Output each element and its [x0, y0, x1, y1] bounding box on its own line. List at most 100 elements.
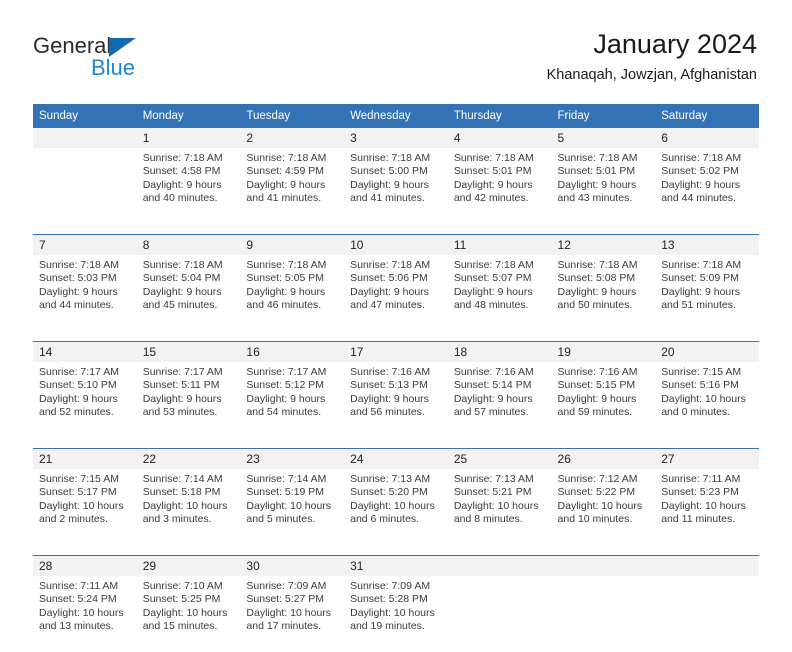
day-detail-line: Sunrise: 7:15 AM: [661, 366, 742, 378]
week-separator-cell: [344, 224, 448, 235]
day-number[interactable]: 15: [136, 341, 241, 362]
day-number[interactable]: 3: [344, 128, 448, 148]
day-number[interactable]: 18: [447, 341, 552, 362]
day-cell[interactable]: Sunrise: 7:17 AM Sunset: 5:11 PM Daylight:…: [136, 362, 241, 438]
day-cell[interactable]: Sunrise: 7:18 AM Sunset: 5:00 PM Daylight:…: [344, 148, 448, 224]
day-number[interactable]: 20: [655, 341, 759, 362]
day-cell[interactable]: Sunrise: 7:12 AM Sunset: 5:22 PM Daylight:…: [551, 469, 656, 545]
day-number[interactable]: 12: [551, 234, 656, 255]
day-cell[interactable]: Sunrise: 7:14 AM Sunset: 5:18 PM Daylight:…: [136, 469, 241, 545]
day-cell[interactable]: Sunrise: 7:18 AM Sunset: 5:03 PM Daylight:…: [33, 255, 137, 331]
day-number[interactable]: 19: [551, 341, 656, 362]
day-number[interactable]: 31: [344, 555, 448, 576]
day-cell[interactable]: Sunrise: 7:09 AM Sunset: 5:27 PM Daylight:…: [240, 576, 345, 652]
day-number[interactable]: 16: [240, 341, 345, 362]
day-number[interactable]: 22: [136, 448, 241, 469]
day-cell[interactable]: Sunrise: 7:13 AM Sunset: 5:20 PM Daylight:…: [344, 469, 448, 545]
day-cell[interactable]: Sunrise: 7:18 AM Sunset: 5:08 PM Daylight:…: [551, 255, 656, 331]
week-separator-cell: [240, 545, 345, 556]
day-number[interactable]: 6: [655, 128, 759, 148]
week-separator-cell: [136, 438, 241, 449]
week-separator-cell: [33, 438, 137, 449]
day-number[interactable]: 26: [551, 448, 656, 469]
day-cell[interactable]: Sunrise: 7:13 AM Sunset: 5:21 PM Daylight:…: [447, 469, 552, 545]
day-cell[interactable]: Sunrise: 7:18 AM Sunset: 5:01 PM Daylight:…: [551, 148, 656, 224]
day-detail-line: Sunset: 5:01 PM: [557, 165, 636, 178]
day-detail-line: Daylight: 9 hours: [453, 285, 533, 298]
day-cell[interactable]: Sunrise: 7:18 AM Sunset: 5:02 PM Daylight:…: [655, 148, 759, 224]
day-cell[interactable]: Sunrise: 7:16 AM Sunset: 5:15 PM Daylight:…: [551, 362, 656, 438]
day-detail-line: Daylight: 9 hours: [39, 392, 118, 405]
day-cell[interactable]: Sunrise: 7:18 AM Sunset: 5:06 PM Daylight:…: [344, 255, 448, 331]
day-cell[interactable]: Sunrise: 7:18 AM Sunset: 5:01 PM Daylight:…: [447, 148, 552, 224]
day-detail-line: Sunset: 5:08 PM: [557, 272, 636, 285]
day-cell[interactable]: Sunrise: 7:11 AM Sunset: 5:23 PM Daylight:…: [655, 469, 759, 545]
day-detail-line: Daylight: 9 hours: [453, 392, 533, 405]
day-number[interactable]: 27: [655, 448, 759, 469]
week-separator-row: [33, 331, 759, 342]
day-cell[interactable]: Sunrise: 7:11 AM Sunset: 5:24 PM Daylight:…: [33, 576, 137, 652]
day-cell[interactable]: Sunrise: 7:09 AM Sunset: 5:28 PM Daylight:…: [344, 576, 448, 652]
day-detail-line: and 13 minutes.: [39, 619, 114, 632]
day-number[interactable]: 7: [33, 234, 137, 255]
week-dayinfo-row: Sunrise: 7:17 AM Sunset: 5:10 PM Daylight:…: [33, 362, 759, 438]
day-number[interactable]: 11: [447, 234, 552, 255]
day-detail-line: Daylight: 9 hours: [557, 285, 637, 298]
day-detail-line: Sunset: 5:06 PM: [350, 272, 428, 285]
day-cell[interactable]: Sunrise: 7:17 AM Sunset: 5:10 PM Daylight:…: [33, 362, 137, 438]
day-cell[interactable]: Sunrise: 7:16 AM Sunset: 5:14 PM Daylight:…: [447, 362, 552, 438]
day-cell[interactable]: Sunrise: 7:18 AM Sunset: 5:09 PM Daylight:…: [655, 255, 759, 331]
day-number[interactable]: 25: [447, 448, 552, 469]
day-number[interactable]: 23: [240, 448, 345, 469]
day-number[interactable]: 8: [136, 234, 241, 255]
week-dayinfo-row: Sunrise: 7:15 AM Sunset: 5:17 PM Daylight:…: [33, 469, 759, 545]
day-detail-line: Daylight: 9 hours: [661, 285, 741, 298]
day-detail-line: Sunrise: 7:17 AM: [142, 366, 223, 378]
day-number[interactable]: 10: [344, 234, 448, 255]
day-detail-line: Sunset: 5:02 PM: [661, 165, 739, 178]
day-number[interactable]: 9: [240, 234, 345, 255]
day-number[interactable]: 30: [240, 555, 345, 576]
day-cell[interactable]: Sunrise: 7:18 AM Sunset: 5:07 PM Daylight:…: [447, 255, 552, 331]
day-number[interactable]: 13: [655, 234, 759, 255]
day-detail-line: Sunrise: 7:13 AM: [453, 473, 534, 485]
day-cell[interactable]: Sunrise: 7:16 AM Sunset: 5:13 PM Daylight:…: [344, 362, 448, 438]
week-separator-cell: [655, 331, 759, 342]
day-detail-line: Sunset: 5:22 PM: [557, 486, 636, 499]
weekday-header-wednesday: Wednesday: [344, 104, 448, 128]
week-daynumber-row: 123456: [33, 128, 759, 148]
day-detail-line: Daylight: 9 hours: [246, 285, 326, 298]
day-detail-line: Daylight: 9 hours: [350, 392, 429, 405]
day-number[interactable]: 17: [344, 341, 448, 362]
day-detail-line: Sunrise: 7:15 AM: [39, 473, 119, 485]
week-separator-cell: [136, 331, 241, 342]
day-cell[interactable]: Sunrise: 7:18 AM Sunset: 5:05 PM Daylight:…: [240, 255, 345, 331]
week-daynumber-row: 14 15 16 17 18 19 20: [33, 341, 759, 362]
day-number[interactable]: 1: [136, 128, 241, 148]
day-cell[interactable]: Sunrise: 7:14 AM Sunset: 5:19 PM Daylight:…: [240, 469, 345, 545]
week-separator-cell: [551, 224, 656, 235]
day-cell[interactable]: Sunrise: 7:17 AM Sunset: 5:12 PM Daylight:…: [240, 362, 345, 438]
day-number[interactable]: 21: [33, 448, 137, 469]
day-number[interactable]: 24: [344, 448, 448, 469]
day-detail-line: Daylight: 10 hours: [142, 606, 228, 619]
day-cell[interactable]: Sunrise: 7:18 AM Sunset: 4:59 PM Daylight:…: [240, 148, 345, 224]
day-cell[interactable]: Sunrise: 7:15 AM Sunset: 5:17 PM Daylight:…: [33, 469, 137, 545]
day-detail-line: Daylight: 9 hours: [557, 178, 637, 191]
weekday-header-saturday: Saturday: [655, 104, 759, 128]
day-cell-empty: [655, 576, 759, 652]
week-separator-cell: [447, 224, 552, 235]
day-number-empty: [447, 555, 552, 576]
day-number[interactable]: 29: [136, 555, 241, 576]
day-cell[interactable]: Sunrise: 7:15 AM Sunset: 5:16 PM Daylight:…: [655, 362, 759, 438]
day-cell[interactable]: Sunrise: 7:18 AM Sunset: 4:58 PM Daylight:…: [136, 148, 241, 224]
day-number[interactable]: 5: [551, 128, 656, 148]
day-detail-line: Sunset: 5:14 PM: [453, 379, 532, 392]
day-cell[interactable]: Sunrise: 7:10 AM Sunset: 5:25 PM Daylight:…: [136, 576, 241, 652]
day-number[interactable]: 2: [240, 128, 345, 148]
day-number[interactable]: 14: [33, 341, 137, 362]
day-number[interactable]: 4: [447, 128, 552, 148]
day-cell[interactable]: Sunrise: 7:18 AM Sunset: 5:04 PM Daylight:…: [136, 255, 241, 331]
week-daynumber-row: 28 29 30 31: [33, 555, 759, 576]
day-number[interactable]: 28: [33, 555, 137, 576]
